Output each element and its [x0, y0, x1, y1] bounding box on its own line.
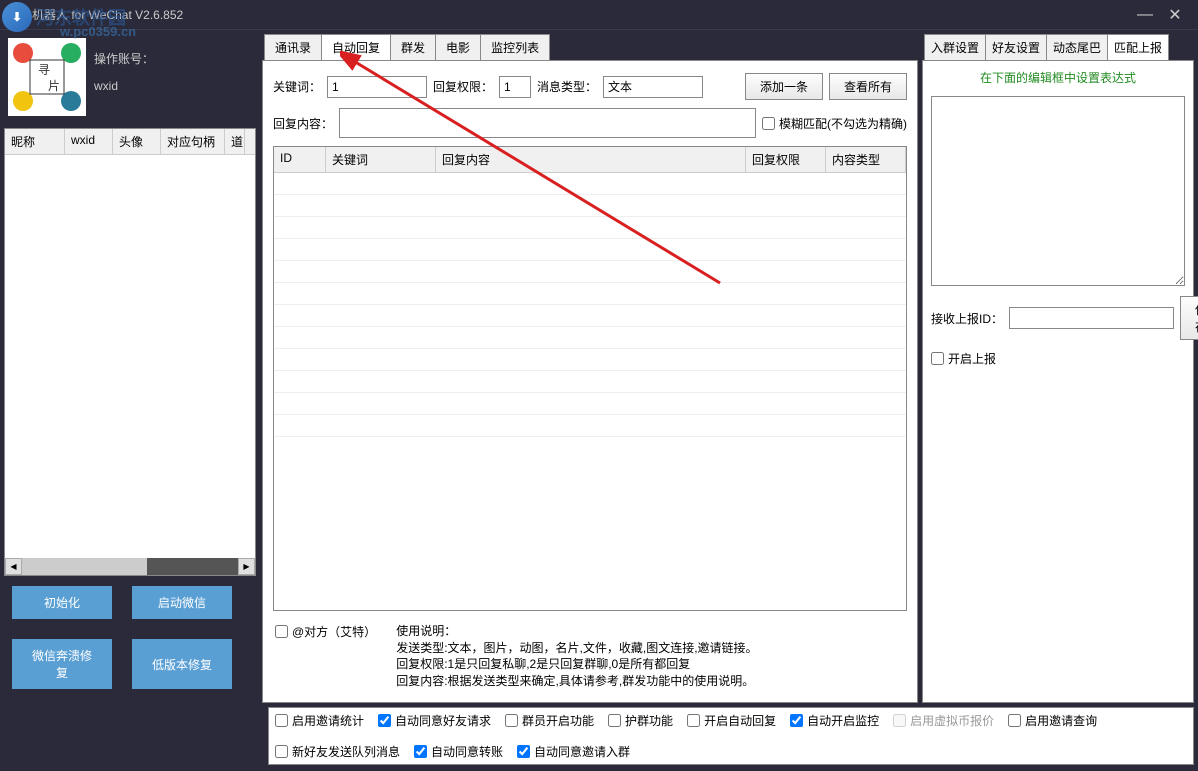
th-type[interactable]: 内容类型	[826, 147, 906, 172]
start-wechat-button[interactable]: 启动微信	[132, 586, 232, 619]
tab-match-report[interactable]: 匹配上报	[1107, 34, 1169, 60]
tab-auto-reply[interactable]: 自动回复	[321, 34, 391, 60]
auto-reply-panel: 关键词： 回复权限： 消息类型： 添加一条 查看所有 回复内容： 模糊匹配(不勾…	[262, 60, 918, 703]
operator-label: 操作账号：	[94, 50, 154, 67]
minimize-button[interactable]: —	[1130, 5, 1160, 25]
instr-line1: 使用说明：	[396, 623, 757, 640]
svg-text:片: 片	[48, 79, 60, 93]
watermark-logo: ⬇	[2, 2, 32, 32]
chk-invite-stats[interactable]: 启用邀请统计	[275, 712, 364, 729]
tab-contacts[interactable]: 通讯录	[264, 34, 322, 60]
instr-line3: 回复权限:1是只回复私聊,2是只回复群聊,0是所有都回复	[396, 656, 757, 673]
rules-table-body[interactable]	[274, 173, 906, 610]
chk-member-func[interactable]: 群员开启功能	[505, 712, 594, 729]
tab-monitor[interactable]: 监控列表	[480, 34, 550, 60]
reply-content-input[interactable]	[339, 108, 756, 138]
reply-content-label: 回复内容：	[273, 115, 333, 132]
chk-protect-group[interactable]: 护群功能	[608, 712, 673, 729]
th-id[interactable]: ID	[274, 147, 326, 172]
at-sender-checkbox[interactable]: @对方（艾特）	[275, 623, 376, 640]
scroll-thumb[interactable]	[22, 558, 147, 575]
close-button[interactable]: ✕	[1160, 5, 1190, 25]
window-title: 寻片机器人 for WeChat V2.6.852	[8, 6, 1130, 23]
th-perm[interactable]: 回复权限	[746, 147, 826, 172]
crash-fix-button[interactable]: 微信奔溃修复	[12, 639, 112, 689]
contact-list: 昵称 wxid 头像 对应句柄 道 ◀ ▶	[4, 128, 256, 576]
keyword-label: 关键词：	[273, 78, 321, 95]
instr-line2: 发送类型:文本，图片，动图，名片,文件，收藏,图文连接,邀请链接。	[396, 640, 757, 657]
expression-input[interactable]	[931, 96, 1185, 286]
contact-list-body[interactable]	[5, 155, 255, 558]
init-button[interactable]: 初始化	[12, 586, 112, 619]
low-ver-fix-button[interactable]: 低版本修复	[132, 639, 232, 689]
scroll-right-icon[interactable]: ▶	[238, 558, 255, 575]
keyword-input[interactable]	[327, 76, 427, 98]
col-wxid[interactable]: wxid	[65, 129, 113, 154]
rules-table: ID 关键词 回复内容 回复权限 内容类型	[273, 146, 907, 611]
tab-dynamic-tail[interactable]: 动态尾巴	[1046, 34, 1108, 60]
chk-invite-query[interactable]: 启用邀请查询	[1008, 712, 1097, 729]
save-button[interactable]: 保存	[1180, 296, 1198, 340]
avatar: 寻 片	[8, 38, 86, 116]
col-handle[interactable]: 对应句柄	[161, 129, 225, 154]
left-panel: 寻 片 操作账号： wxid 昵称 wxid 头像 对应句柄 道 ◀ ▶	[0, 30, 260, 703]
chk-newfriend-queue[interactable]: 新好友发送队列消息	[275, 743, 400, 760]
recv-id-label: 接收上报ID：	[931, 310, 1003, 327]
svg-text:寻: 寻	[38, 63, 50, 77]
enable-report-checkbox[interactable]: 开启上报	[931, 350, 1185, 367]
tab-join-group[interactable]: 入群设置	[924, 34, 986, 60]
col-extra[interactable]: 道	[225, 129, 245, 154]
add-item-button[interactable]: 添加一条	[745, 73, 823, 100]
reply-perm-input[interactable]	[499, 76, 531, 98]
chk-auto-reply[interactable]: 开启自动回复	[687, 712, 776, 729]
titlebar: 寻片机器人 for WeChat V2.6.852 — ✕	[0, 0, 1198, 30]
hscrollbar[interactable]: ◀ ▶	[5, 558, 255, 575]
chk-auto-friend[interactable]: 自动同意好友请求	[378, 712, 491, 729]
chk-auto-invite[interactable]: 自动同意邀请入群	[517, 743, 630, 760]
expression-hint: 在下面的编辑框中设置表达式	[931, 69, 1185, 86]
bottom-bar: 启用邀请统计 自动同意好友请求 群员开启功能 护群功能 开启自动回复 自动开启监…	[0, 703, 1198, 771]
chk-crypto-price: 启用虚拟币报价	[893, 712, 994, 729]
instr-line4: 回复内容:根据发送类型来确定,具体请参考,群发功能中的使用说明。	[396, 673, 757, 690]
msg-type-input[interactable]	[603, 76, 703, 98]
recv-id-input[interactable]	[1009, 307, 1174, 329]
center-panel: 通讯录 自动回复 群发 电影 监控列表 关键词： 回复权限： 消息类型： 添加一…	[260, 30, 920, 703]
col-avatar[interactable]: 头像	[113, 129, 161, 154]
tab-mass-send[interactable]: 群发	[390, 34, 436, 60]
right-panel: 入群设置 好友设置 动态尾巴 匹配上报 在下面的编辑框中设置表达式 接收上报ID…	[920, 30, 1198, 703]
tab-friend-set[interactable]: 好友设置	[985, 34, 1047, 60]
th-content[interactable]: 回复内容	[436, 147, 746, 172]
reply-perm-label: 回复权限：	[433, 78, 493, 95]
wxid-label: wxid	[94, 79, 154, 93]
scroll-left-icon[interactable]: ◀	[5, 558, 22, 575]
tab-movies[interactable]: 电影	[435, 34, 481, 60]
th-keyword[interactable]: 关键词	[326, 147, 436, 172]
view-all-button[interactable]: 查看所有	[829, 73, 907, 100]
chk-auto-monitor[interactable]: 自动开启监控	[790, 712, 879, 729]
fuzzy-match-checkbox[interactable]: 模糊匹配(不勾选为精确)	[762, 115, 907, 132]
col-nickname[interactable]: 昵称	[5, 129, 65, 154]
chk-auto-transfer[interactable]: 自动同意转账	[414, 743, 503, 760]
msg-type-label: 消息类型：	[537, 78, 597, 95]
main-tabs: 通讯录 自动回复 群发 电影 监控列表	[262, 34, 918, 60]
instructions: @对方（艾特） 使用说明： 发送类型:文本，图片，动图，名片,文件，收藏,图文连…	[273, 619, 907, 694]
